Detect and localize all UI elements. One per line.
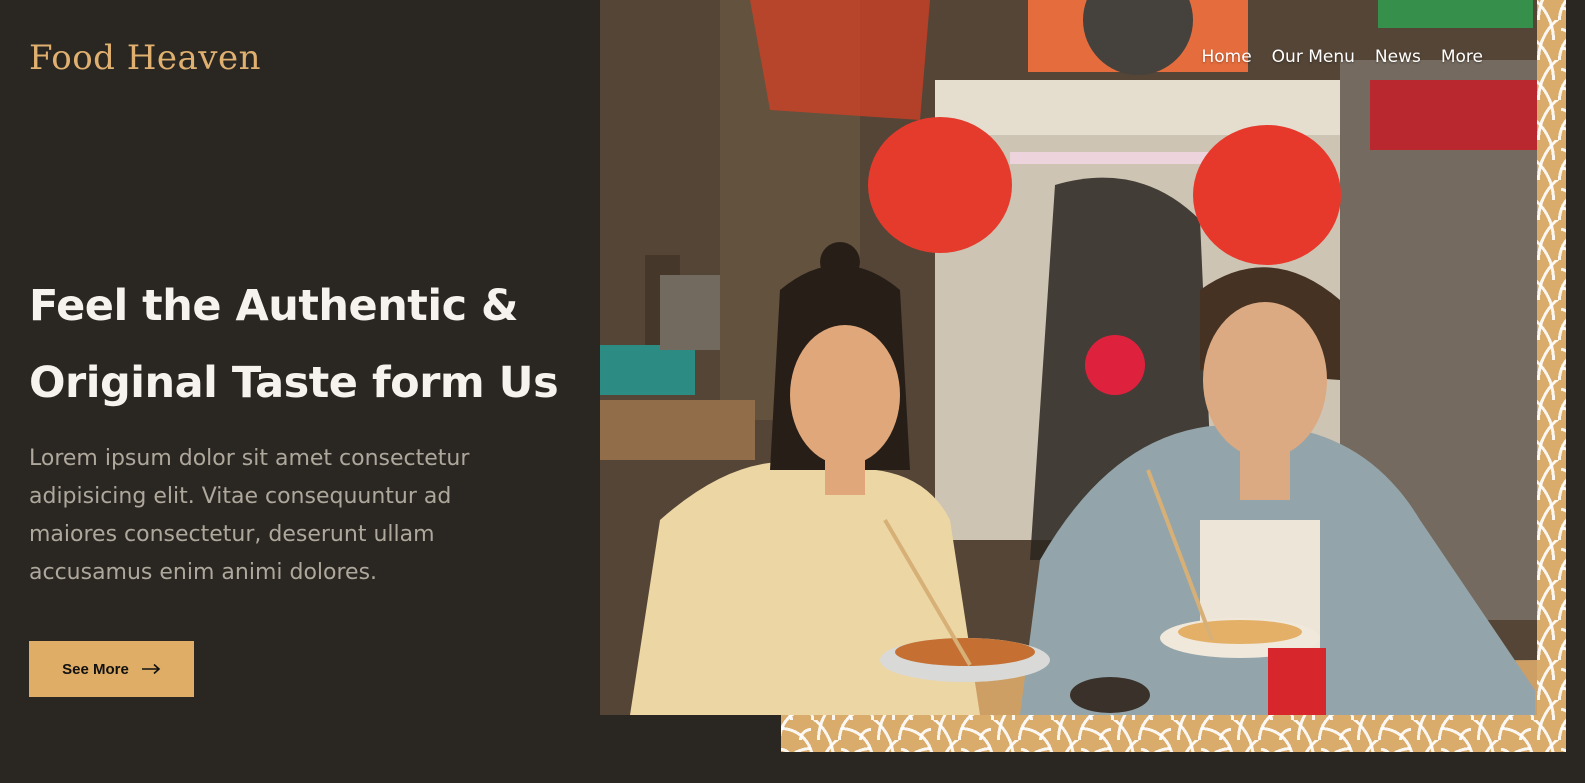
hero-photo: Home Our Menu News More (600, 0, 1537, 715)
hero-title-line-1: Feel the Authentic & (29, 281, 519, 331)
hero-title: Feel the Authentic & Original Taste form… (29, 268, 594, 422)
nav-item-home[interactable]: Home (1201, 47, 1251, 67)
hero-description: Lorem ipsum dolor sit amet consectetur a… (29, 446, 470, 585)
hero-photo-illustration (600, 0, 1537, 715)
site-logo[interactable]: Food Heaven (29, 38, 261, 78)
see-more-button[interactable]: See More (29, 641, 194, 697)
nav-item-news[interactable]: News (1375, 47, 1421, 67)
nav-item-more[interactable]: More (1441, 47, 1483, 67)
hero-title-line-2: Original Taste form Us (29, 358, 559, 408)
nav-item-our-menu[interactable]: Our Menu (1272, 47, 1355, 67)
top-navigation: Home Our Menu News More (1201, 47, 1483, 67)
arrow-right-icon (141, 663, 161, 675)
see-more-label: See More (62, 660, 129, 678)
